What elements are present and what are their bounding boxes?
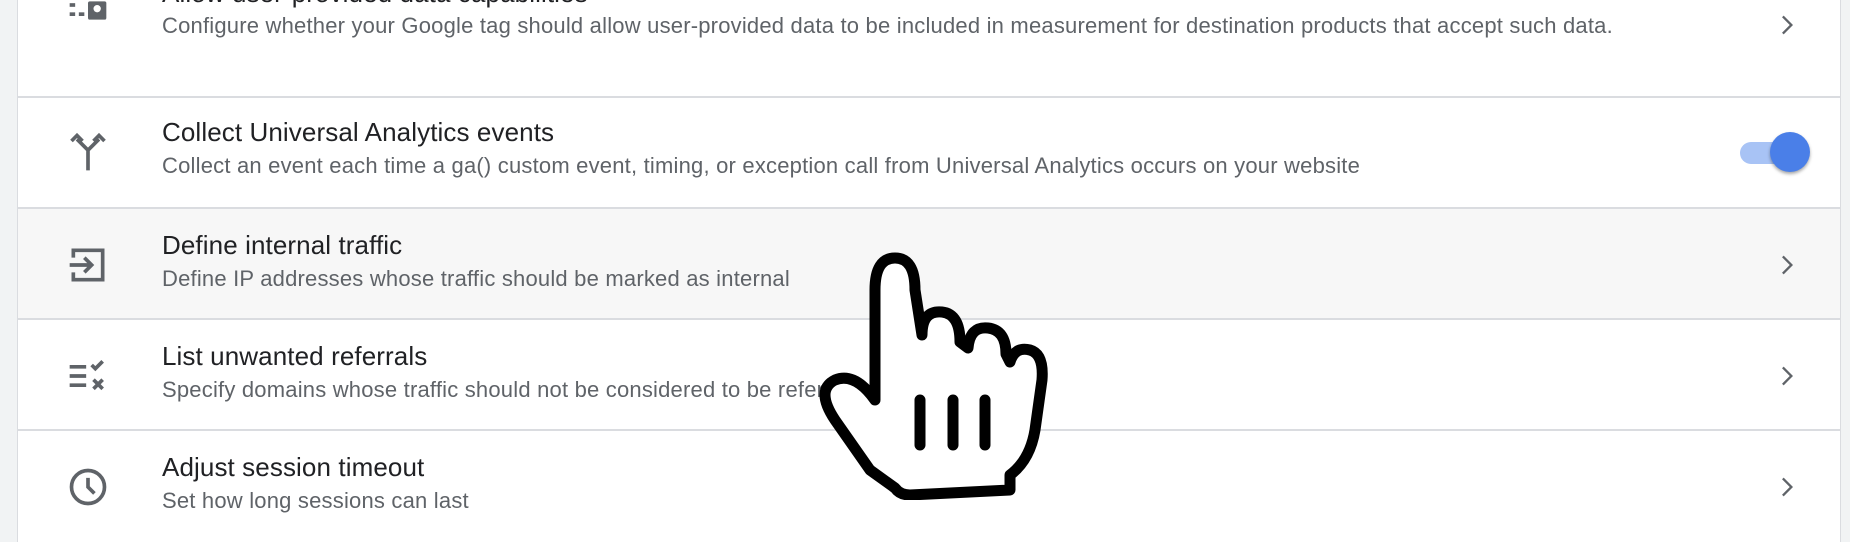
merge-arrows-icon xyxy=(66,130,110,174)
setting-description: Set how long sessions can last xyxy=(162,488,469,513)
setting-title: Collect Universal Analytics events xyxy=(162,117,555,147)
setting-title: Allow user-provided data capabilities xyxy=(162,0,588,9)
setting-description: Configure whether your Google tag should… xyxy=(162,13,1613,38)
setting-row-collect-ua-events[interactable]: Collect Universal Analytics events Colle… xyxy=(18,98,1840,209)
login-arrow-icon xyxy=(66,243,110,287)
tag-settings-list: Allow user-provided data capabilities Co… xyxy=(17,0,1841,542)
chevron-right-icon[interactable] xyxy=(1772,473,1800,501)
setting-title: List unwanted referrals xyxy=(162,341,428,371)
clock-icon xyxy=(66,465,110,509)
setting-row-user-provided-data[interactable]: Allow user-provided data capabilities Co… xyxy=(18,0,1840,98)
setting-title: Define internal traffic xyxy=(162,230,403,260)
chevron-right-icon[interactable] xyxy=(1772,362,1800,390)
chevron-right-icon[interactable] xyxy=(1772,251,1800,279)
toggle-thumb xyxy=(1770,132,1810,172)
setting-row-unwanted-referrals[interactable]: List unwanted referrals Specify domains … xyxy=(18,320,1840,431)
setting-description: Collect an event each time a ga() custom… xyxy=(162,153,1361,178)
setting-description: Define IP addresses whose traffic should… xyxy=(162,266,790,291)
user-data-icon xyxy=(66,0,110,38)
setting-row-session-timeout[interactable]: Adjust session timeout Set how long sess… xyxy=(18,431,1840,542)
chevron-right-icon[interactable] xyxy=(1772,11,1800,39)
list-remove-icon xyxy=(66,354,110,398)
setting-row-internal-traffic[interactable]: Define internal traffic Define IP addres… xyxy=(18,209,1840,320)
setting-title: Adjust session timeout xyxy=(162,452,425,482)
setting-description: Specify domains whose traffic should not… xyxy=(162,377,861,402)
collect-ua-events-toggle[interactable] xyxy=(1736,130,1810,174)
